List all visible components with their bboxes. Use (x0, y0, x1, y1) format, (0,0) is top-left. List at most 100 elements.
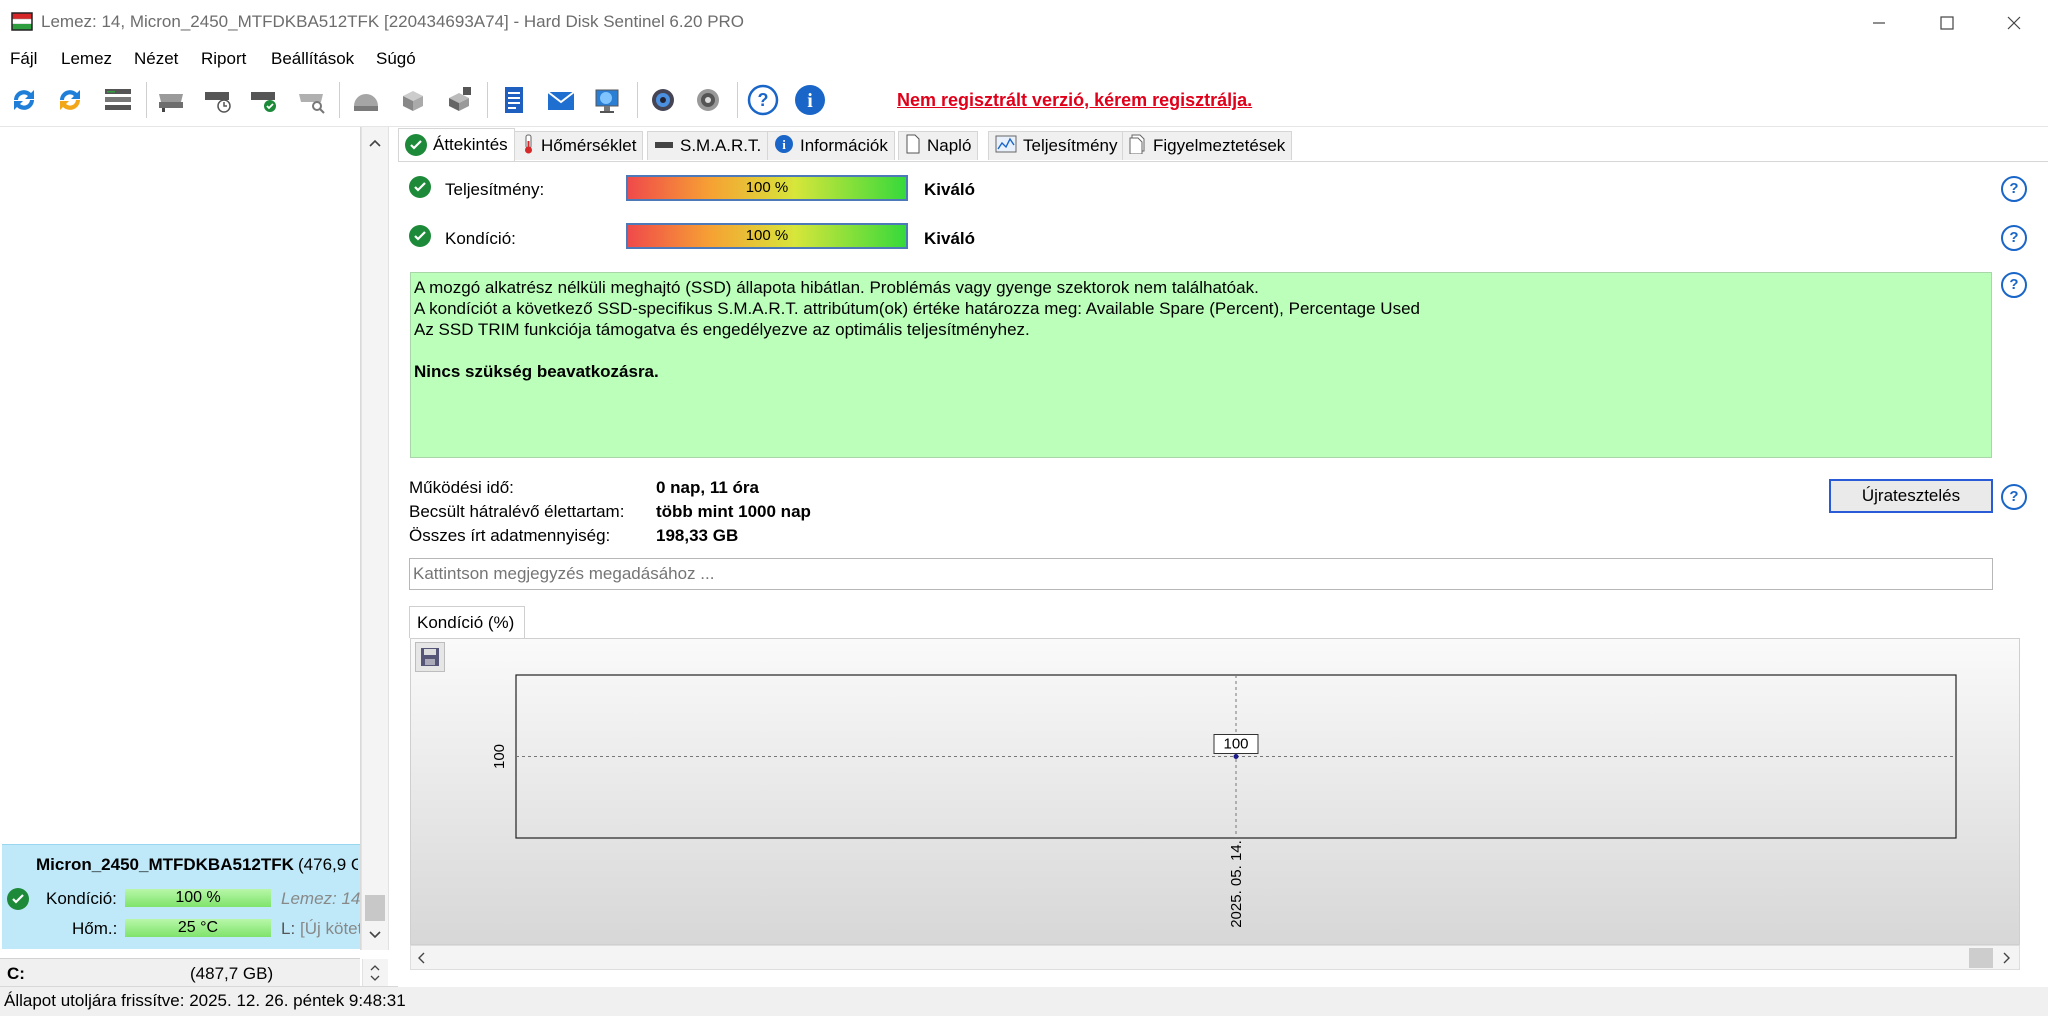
last-refresh-text: Állapot utoljára frissítve: 2025. 12. 26… (4, 991, 406, 1010)
status-conclusion: Nincs szükség beavatkozásra. (414, 362, 659, 381)
remaining-life-label: Becsült hátralévő élettartam: (409, 502, 625, 521)
chart-tab-health[interactable]: Kondíció (%) (409, 606, 525, 638)
tab-alerts[interactable]: Figyelmeztetések (1122, 131, 1293, 160)
menu-settings[interactable]: Beállítások (271, 49, 354, 69)
chevron-down-icon[interactable] (367, 927, 383, 943)
disk-card-selected[interactable]: Micron_2450_MTFDKBA512TFK (476,9 G Kondí… (2, 844, 360, 949)
close-button[interactable] (1980, 0, 2048, 46)
settings-gear-icon[interactable] (645, 82, 681, 118)
drive-size: (487,7 GB) (190, 964, 274, 983)
surface-test-icon[interactable] (348, 82, 384, 118)
data-point (1233, 754, 1239, 759)
data-label: 100 (1223, 736, 1248, 753)
chevron-up-icon[interactable] (367, 135, 383, 151)
performance-rating: Kiváló (924, 180, 976, 199)
drive-letter: C: (7, 964, 25, 983)
maximize-button[interactable] (1913, 0, 1981, 46)
smart-drive-icon (654, 136, 674, 156)
email-icon[interactable] (543, 82, 579, 118)
window-title: Lemez: 14, Micron_2450_MTFDKBA512TFK [22… (41, 12, 745, 31)
disk-name: Micron_2450_MTFDKBA512TFK (36, 855, 294, 874)
comment-input[interactable] (409, 558, 1993, 590)
power-on-value: 0 nap, 11 óra (656, 478, 759, 497)
help-icon[interactable]: ? (2001, 484, 2027, 510)
drive-row[interactable]: C: (487,7 GB) (0, 958, 388, 987)
cube-disk-icon[interactable] (395, 82, 431, 118)
tab-log[interactable]: Napló (898, 131, 979, 160)
chart-horizontal-scrollbar[interactable] (410, 945, 2020, 970)
chevron-left-icon[interactable] (415, 950, 429, 964)
log-icon[interactable] (496, 82, 532, 118)
health-chart: 100 100 2025. 05. 14. (491, 674, 1957, 928)
check-icon (409, 176, 431, 198)
disk-search-icon[interactable] (293, 82, 329, 118)
volume-name: [Új kötet (300, 919, 360, 938)
total-written-value: 198,33 GB (656, 526, 739, 545)
refresh-all-icon[interactable] (52, 82, 88, 118)
menu-disk[interactable]: Lemez (61, 49, 112, 69)
total-written-label: Összes írt adatmennyiség: (409, 526, 611, 545)
disk-icon[interactable] (153, 82, 189, 118)
check-icon (409, 225, 431, 247)
remaining-life-value: több mint 1000 nap (656, 502, 811, 521)
thermometer-icon (521, 134, 535, 159)
disk-list-scrollbar[interactable] (361, 127, 389, 950)
tab-label: Áttekintés (433, 135, 508, 154)
chart-icon (995, 135, 1017, 158)
tab-temperature[interactable]: Hőmérséklet (514, 131, 644, 160)
health-rating: Kiváló (924, 229, 976, 248)
help-icon[interactable]: ? (2001, 272, 2027, 298)
performance-label: Teljesítmény: (445, 180, 545, 199)
health-chart-area: 100 100 2025. 05. 14. (410, 638, 2020, 945)
disk-check-icon[interactable] (246, 82, 282, 118)
disk-schedule-icon[interactable] (200, 82, 236, 118)
disk-health-bar: 100 % (125, 889, 271, 907)
drive-spinner[interactable] (362, 959, 388, 987)
menu-file[interactable]: Fájl (10, 49, 37, 69)
registration-warning-link[interactable]: Nem regisztrált verzió, kérem regisztrál… (897, 90, 1252, 111)
scroll-thumb[interactable] (365, 895, 385, 921)
refresh-icon[interactable] (6, 82, 42, 118)
svg-text:i: i (807, 90, 813, 112)
menu-help[interactable]: Súgó (376, 49, 416, 69)
power-on-label: Működési idő: (409, 478, 514, 497)
volume-label: L: (281, 919, 296, 938)
scroll-thumb[interactable] (1969, 948, 1993, 968)
chevron-right-icon[interactable] (1999, 950, 2013, 964)
tab-label: S.M.A.R.T. (680, 136, 762, 155)
alerts-icon (1129, 134, 1147, 159)
status-line: Az SSD TRIM funkciója támogatva és enged… (414, 320, 1030, 339)
menu-report[interactable]: Riport (201, 49, 246, 69)
sound-icon[interactable] (690, 82, 726, 118)
performance-bar: 100 % (626, 175, 908, 201)
status-line: A mozgó alkatrész nélküli meghajtó (SSD)… (414, 278, 1259, 297)
status-bar: Állapot utoljára frissítve: 2025. 12. 26… (0, 986, 2048, 1016)
disk-size: (476,9 G (298, 855, 358, 874)
tab-bar: Áttekintés Hőmérséklet S.M.A.R.T. i Info… (398, 127, 2048, 161)
svg-text:?: ? (758, 90, 769, 110)
check-icon (405, 134, 427, 156)
title-bar: Lemez: 14, Micron_2450_MTFDKBA512TFK [22… (0, 0, 2048, 46)
y-tick-label: 100 (491, 744, 508, 769)
document-icon (905, 134, 921, 159)
tab-smart[interactable]: S.M.A.R.T. (647, 131, 769, 160)
tab-label: Teljesítmény (1023, 136, 1118, 155)
network-disk-icon[interactable] (441, 82, 477, 118)
tab-performance[interactable]: Teljesítmény (988, 131, 1125, 160)
retest-button[interactable]: Újratesztelés (1829, 479, 1993, 513)
menu-view[interactable]: Nézet (134, 49, 178, 69)
monitor-globe-icon[interactable] (590, 82, 626, 118)
help-icon[interactable]: ? (2001, 176, 2027, 202)
check-icon (7, 888, 29, 910)
help-icon[interactable]: ? (2001, 225, 2027, 251)
tab-information[interactable]: i Információk (767, 131, 895, 160)
status-line: A kondíciót a következő SSD-specifikus S… (414, 299, 1420, 318)
info-icon[interactable]: i (792, 82, 828, 118)
minimize-button[interactable] (1845, 0, 1913, 46)
health-label: Kondíció: (445, 229, 516, 248)
info-icon: i (774, 134, 794, 159)
disk-list-icon[interactable] (100, 82, 136, 118)
tab-overview[interactable]: Áttekintés (398, 128, 515, 161)
help-icon[interactable]: ? (745, 82, 781, 118)
disk-temp-label: Hőm.: (72, 919, 118, 938)
